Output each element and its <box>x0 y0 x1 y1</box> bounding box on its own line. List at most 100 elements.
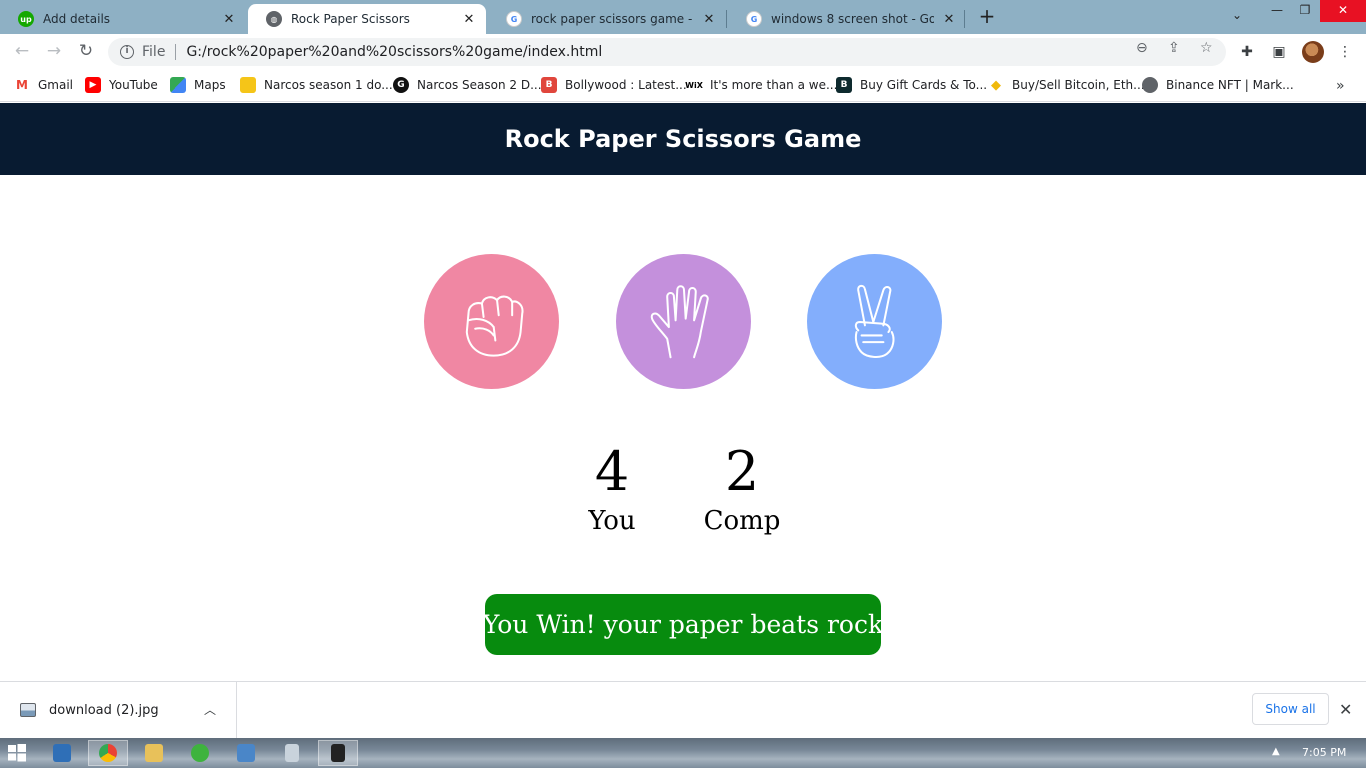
taskbar-network-app[interactable] <box>226 740 266 766</box>
globe-icon: ◍ <box>266 11 282 27</box>
window-close-icon[interactable]: ✕ <box>1320 0 1366 22</box>
close-icon[interactable]: ✕ <box>460 10 478 28</box>
tab-title: Rock Paper Scissors <box>291 12 410 26</box>
tab-title: rock paper scissors game - Goog <box>531 12 694 26</box>
tray-expand-icon[interactable]: ▲ <box>1272 746 1280 757</box>
upwork-icon: up <box>18 11 34 27</box>
restore-icon[interactable]: ❐ <box>1290 0 1320 22</box>
bookmark-label: Binance NFT | Mark... <box>1166 78 1294 92</box>
tab-google-search-win8[interactable]: G windows 8 screen shot - Google ✕ <box>728 4 966 34</box>
back-icon[interactable]: ← <box>12 42 32 62</box>
site-info-icon[interactable]: i <box>120 45 134 59</box>
bookmark-binance-nft[interactable]: Binance NFT | Mark... <box>1142 77 1294 93</box>
download-bar: download (2).jpg ︿ Show all ✕ <box>0 681 1366 738</box>
folder-icon <box>145 744 163 762</box>
comp-score-label: Comp <box>703 506 781 536</box>
taskbar-media-app[interactable] <box>318 740 358 766</box>
taskbar-chrome-app[interactable] <box>88 740 128 766</box>
comp-score: 2 Comp <box>698 440 786 538</box>
bookmark-binance[interactable]: ◆ Buy/Sell Bitcoin, Eth... <box>988 77 1145 93</box>
minimize-icon[interactable]: — <box>1262 0 1292 22</box>
tab-google-search-rps[interactable]: G rock paper scissors game - Goog ✕ <box>488 4 726 34</box>
bookmark-narcos-2[interactable]: G Narcos Season 2 D... <box>393 77 542 93</box>
bookmark-youtube[interactable]: ▶ YouTube <box>85 77 158 93</box>
more-bookmarks-icon[interactable]: » <box>1336 78 1345 94</box>
network-icon <box>237 744 255 762</box>
browser-toolbar: ← → ↻ i File G:/rock%20paper%20and%20sci… <box>0 34 1366 70</box>
bookmark-label: Buy Gift Cards & To... <box>860 78 988 92</box>
paper-choice-button[interactable] <box>616 254 751 389</box>
taskbar-clock[interactable]: 7:05 PM <box>1302 746 1346 759</box>
tab-search-chevron-icon[interactable]: ⌄ <box>1232 8 1242 22</box>
close-icon[interactable]: ✕ <box>940 10 958 28</box>
zoom-icon[interactable]: ⊖ <box>1136 40 1148 56</box>
bitrefill-icon: B <box>836 77 852 93</box>
narcos-icon <box>240 77 256 93</box>
g-logo-icon: G <box>393 77 409 93</box>
globe-icon <box>1142 77 1158 93</box>
forward-icon[interactable]: → <box>44 42 64 62</box>
bookmark-label: Gmail <box>38 78 74 92</box>
page-title: Rock Paper Scissors Game <box>504 125 862 153</box>
calculator-icon <box>285 744 299 762</box>
user-score-label: You <box>588 506 636 536</box>
new-tab-button[interactable]: + <box>976 6 998 28</box>
bookmark-label: It's more than a we... <box>710 78 838 92</box>
bookmarks-bar: M Gmail ▶ YouTube Maps Narcos season 1 d… <box>0 70 1366 102</box>
close-icon[interactable]: ✕ <box>220 10 238 28</box>
reload-icon[interactable]: ↻ <box>76 42 96 62</box>
address-bar[interactable]: i File G:/rock%20paper%20and%20scissors%… <box>108 38 1226 66</box>
bookmark-narcos-1[interactable]: Narcos season 1 do... <box>240 77 393 93</box>
profile-avatar[interactable] <box>1302 41 1324 63</box>
side-panel-icon[interactable]: ▣ <box>1270 43 1288 61</box>
close-icon[interactable]: ✕ <box>700 10 718 28</box>
show-all-button[interactable]: Show all <box>1252 693 1329 725</box>
bookmark-gmail[interactable]: M Gmail <box>14 77 73 93</box>
download-file-name: download (2).jpg <box>49 702 159 718</box>
taskbar-explorer-app[interactable] <box>134 740 174 766</box>
bookmark-wix[interactable]: WiX It's more than a we... <box>685 77 838 93</box>
bookmark-bollywood[interactable]: B Bollywood : Latest... <box>541 77 687 93</box>
film-icon <box>331 744 345 762</box>
tab-add-details[interactable]: up Add details ✕ <box>0 4 246 34</box>
rock-choice-button[interactable] <box>424 254 559 389</box>
bookmark-label: Buy/Sell Bitcoin, Eth... <box>1012 78 1145 92</box>
share-icon[interactable]: ⇪ <box>1168 40 1180 56</box>
bookmark-star-icon[interactable]: ☆ <box>1200 40 1213 56</box>
close-icon[interactable]: ✕ <box>1339 700 1352 719</box>
bookmark-bitrefill[interactable]: B Buy Gift Cards & To... <box>836 77 987 93</box>
bookmark-label: Bollywood : Latest... <box>565 78 687 92</box>
tab-divider <box>964 10 965 28</box>
page-header: Rock Paper Scissors Game <box>0 103 1366 175</box>
image-file-icon <box>20 703 36 717</box>
bollywood-icon: B <box>541 77 557 93</box>
taskbar-utorrent-app[interactable] <box>180 740 220 766</box>
scissors-choice-button[interactable] <box>807 254 942 389</box>
windows-start-icon[interactable] <box>8 744 26 762</box>
google-icon: G <box>746 11 762 27</box>
tab-rock-paper-scissors[interactable]: ◍ Rock Paper Scissors ✕ <box>248 4 486 34</box>
youtube-icon: ▶ <box>85 77 101 93</box>
keyboard-icon <box>53 744 71 762</box>
address-divider <box>175 44 177 60</box>
browser-tab-strip: up Add details ✕ ◍ Rock Paper Scissors ✕… <box>0 0 1366 34</box>
chevron-up-icon[interactable]: ︿ <box>204 701 216 718</box>
taskbar-keyboard-app[interactable] <box>42 740 82 766</box>
bookmark-maps[interactable]: Maps <box>170 77 226 93</box>
paper-hand-icon <box>650 284 709 358</box>
url-text[interactable]: G:/rock%20paper%20and%20scissors%20game/… <box>186 44 1226 60</box>
menu-kebab-icon[interactable]: ⋮ <box>1336 43 1354 61</box>
download-item[interactable]: download (2).jpg ︿ <box>0 682 237 738</box>
utorrent-icon <box>191 744 209 762</box>
bookmark-label: Narcos season 1 do... <box>264 78 393 92</box>
scissors-hand-icon <box>854 284 894 358</box>
rock-fist-icon <box>465 295 524 357</box>
extensions-icon[interactable]: ✚ <box>1238 43 1256 61</box>
wix-icon: WiX <box>685 77 703 93</box>
scheme-label: File <box>142 44 166 60</box>
taskbar-calculator-app[interactable] <box>272 740 312 766</box>
google-icon: G <box>506 11 522 27</box>
tab-title: windows 8 screen shot - Google <box>771 12 934 26</box>
bookmark-label: Maps <box>194 78 226 92</box>
user-score-value: 4 <box>594 440 630 503</box>
